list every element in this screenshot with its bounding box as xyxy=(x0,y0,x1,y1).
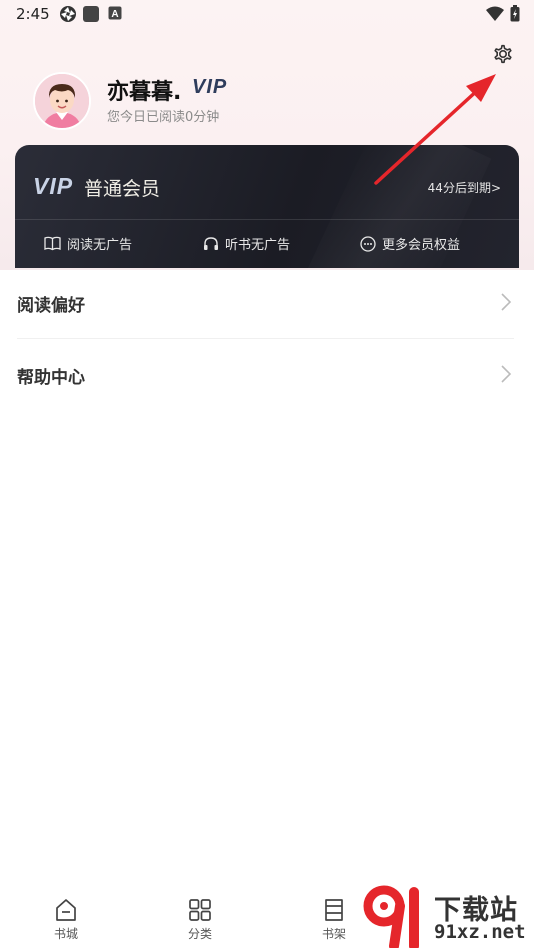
more-circle-icon xyxy=(360,235,376,252)
a-box-icon: A xyxy=(108,5,123,24)
nav-label: 书架 xyxy=(321,927,346,941)
benefit-audio-no-ads[interactable]: 听书无广告 xyxy=(203,234,290,253)
watermark-url: 91xz.net xyxy=(434,921,526,943)
menu-item-help-center[interactable]: 帮助中心 xyxy=(0,340,534,410)
reading-time-text: 您今日已阅读0分钟 xyxy=(107,110,220,125)
nav-bookshelf[interactable]: 书架 xyxy=(304,897,364,942)
battery-icon xyxy=(510,5,520,26)
headphones-icon xyxy=(204,237,218,250)
nav-label: 书城 xyxy=(53,927,78,941)
grid-icon xyxy=(189,899,211,921)
bookshelf-icon xyxy=(325,899,343,921)
user-avatar-icon xyxy=(35,74,89,128)
menu-item-reading-preference[interactable]: 阅读偏好 xyxy=(0,268,534,338)
chevron-right-icon xyxy=(501,293,512,311)
chevron-right-icon xyxy=(501,365,512,383)
benefit-label: 阅读无广告 xyxy=(67,238,133,253)
benefit-label: 更多会员权益 xyxy=(382,238,461,253)
pinwheel-icon xyxy=(59,5,77,27)
vip-membership-card[interactable]: VIP 普通会员 44分后到期> 阅读无广告 听书无广告 更多会员权益 xyxy=(15,145,519,268)
menu-label: 帮助中心 xyxy=(17,367,85,388)
vip-badge: VIP xyxy=(192,76,228,98)
watermark-logo-icon xyxy=(363,885,419,948)
benefit-more[interactable]: 更多会员权益 xyxy=(360,234,460,253)
watermark: 下载站 91xz.net xyxy=(362,884,532,948)
svg-text:A: A xyxy=(111,9,118,20)
nav-label: 分类 xyxy=(187,927,212,941)
card-divider xyxy=(15,219,519,220)
benefit-reading-no-ads[interactable]: 阅读无广告 xyxy=(44,234,132,253)
benefit-label: 听书无广告 xyxy=(225,238,291,253)
gear-icon xyxy=(494,44,512,64)
nav-category[interactable]: 分类 xyxy=(170,897,230,942)
status-time: 2:45 xyxy=(16,5,50,23)
username: 亦暮暮. xyxy=(107,80,182,105)
menu-label: 阅读偏好 xyxy=(17,295,85,316)
membership-expiry[interactable]: 44分后到期> xyxy=(428,179,501,196)
home-icon xyxy=(56,899,76,921)
square-icon xyxy=(83,5,100,26)
avatar[interactable] xyxy=(33,72,91,130)
vip-logo: VIP xyxy=(33,173,74,199)
menu-divider xyxy=(17,338,514,339)
status-bar: 2:45 A xyxy=(0,0,534,28)
nav-bookstore[interactable]: 书城 xyxy=(36,897,96,942)
settings-button[interactable] xyxy=(488,39,518,69)
book-icon xyxy=(44,236,61,251)
wifi-icon xyxy=(486,6,504,26)
membership-title: 普通会员 xyxy=(84,178,161,200)
